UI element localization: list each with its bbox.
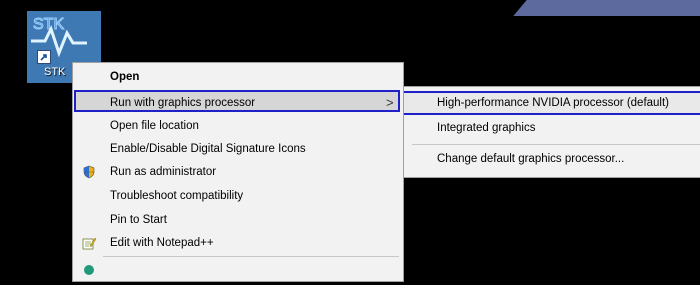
menu-item-troubleshoot-compatibility[interactable]: Troubleshoot compatibility	[73, 185, 403, 207]
submenu-arrow-icon: >	[386, 95, 394, 110]
submenu-item-label: High-performance NVIDIA processor (defau…	[437, 97, 670, 109]
menu-item-edit-with-notepad[interactable]: Edit with Notepad++	[73, 232, 403, 254]
menu-item-run-as-administrator[interactable]: Run as administrator	[73, 161, 403, 183]
menu-item-run-with-graphics-processor[interactable]: Run with graphics processor >	[74, 90, 400, 112]
menu-item-label: Open file location	[110, 120, 199, 132]
graphics-processor-submenu: High-performance NVIDIA processor (defau…	[403, 86, 700, 178]
submenu-item-change-default-gpu[interactable]: Change default graphics processor...	[404, 147, 700, 171]
uac-shield-icon	[82, 165, 96, 179]
submenu-item-high-performance-nvidia[interactable]: High-performance NVIDIA processor (defau…	[404, 91, 700, 115]
menu-item-partially-visible[interactable]	[73, 259, 403, 281]
submenu-item-label: Change default graphics processor...	[437, 153, 625, 165]
menu-item-label: Run as administrator	[110, 166, 217, 178]
menu-item-pin-to-start[interactable]: Pin to Start	[73, 209, 403, 231]
menu-item-open-file-location[interactable]: Open file location	[73, 115, 403, 137]
menu-item-label: Pin to Start	[110, 214, 167, 226]
notepad-plus-plus-icon	[82, 236, 97, 250]
desktop-icon-label: STK	[44, 66, 66, 78]
menu-item-digital-signature-icons[interactable]: Enable/Disable Digital Signature Icons	[73, 138, 403, 160]
submenu-item-label: Integrated graphics	[437, 122, 536, 134]
menu-item-label: Troubleshoot compatibility	[110, 190, 244, 202]
menu-separator	[103, 256, 399, 257]
menu-item-label: Run with graphics processor	[110, 97, 256, 109]
menu-item-label: Open	[110, 71, 140, 83]
submenu-item-integrated-graphics[interactable]: Integrated graphics	[404, 116, 700, 140]
shortcut-arrow-icon	[37, 50, 51, 64]
partially-visible-icon	[82, 263, 96, 277]
submenu-separator	[412, 144, 700, 145]
menu-item-label: Edit with Notepad++	[110, 237, 214, 249]
context-menu: Open Run with graphics processor > Open …	[72, 62, 404, 282]
desktop-corner-decoration	[513, 0, 700, 16]
menu-item-label: Enable/Disable Digital Signature Icons	[110, 143, 306, 155]
menu-item-open[interactable]: Open	[73, 66, 403, 88]
